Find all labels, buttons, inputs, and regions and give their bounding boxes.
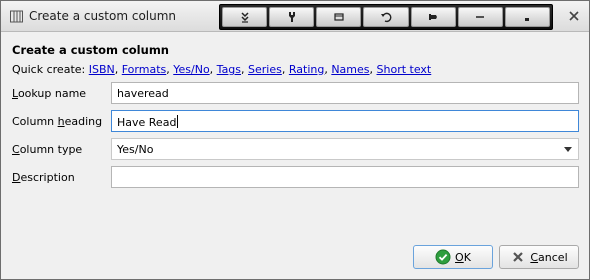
quick-link-rating[interactable]: Rating — [289, 63, 324, 76]
ok-label: OK — [455, 250, 471, 264]
menu-down-icon[interactable] — [222, 7, 268, 27]
window-icon[interactable] — [316, 7, 362, 27]
column-heading-value-wrap: Have Read — [117, 115, 179, 129]
quick-create-row: Quick create: ISBN, Formats, Yes/No, Tag… — [12, 63, 432, 76]
close-icon[interactable] — [567, 9, 581, 23]
ok-button[interactable]: OK — [413, 245, 493, 269]
chevron-down-icon — [564, 147, 572, 152]
undo-icon[interactable] — [363, 7, 409, 27]
quick-link-yes-no[interactable]: Yes/No — [173, 63, 209, 76]
dialog-content: Create a custom column Quick create: ISB… — [1, 33, 589, 279]
cancel-button[interactable]: Cancel — [499, 245, 579, 269]
column-type-select[interactable]: Yes/No — [111, 138, 579, 160]
text-caret — [177, 115, 179, 128]
dot-icon[interactable] — [504, 7, 550, 27]
quick-link-isbn[interactable]: ISBN — [89, 63, 115, 76]
tools-icon[interactable] — [269, 7, 315, 27]
minimize-icon[interactable] — [457, 7, 503, 27]
quick-link-formats[interactable]: Formats — [122, 63, 167, 76]
quick-create-label: Quick create: — [12, 63, 86, 76]
pin-icon[interactable] — [410, 7, 456, 27]
column-heading-value: Have Read — [117, 116, 177, 129]
lookup-name-label: Lookup name — [12, 87, 87, 100]
window-title: Create a custom column — [29, 9, 177, 23]
column-type-value: Yes/No — [117, 143, 154, 156]
dialog-window: Create a custom column Create a custom c… — [0, 0, 590, 280]
column-heading-input[interactable]: Have Read — [111, 110, 579, 132]
quick-link-short-text[interactable]: Short text — [377, 63, 432, 76]
quick-link-series[interactable]: Series — [248, 63, 282, 76]
cancel-label: Cancel — [530, 250, 568, 264]
lookup-name-input[interactable]: haveread — [111, 82, 579, 104]
description-input[interactable] — [111, 166, 579, 188]
quick-link-tags[interactable]: Tags — [217, 63, 241, 76]
column-heading-label: Column heading — [12, 115, 103, 128]
cancel-x-icon — [513, 252, 524, 262]
window-toolbar — [219, 4, 553, 30]
lookup-name-value: haveread — [117, 87, 169, 100]
title-bar: Create a custom column — [1, 1, 589, 32]
description-label: Description — [12, 171, 75, 184]
column-type-label: Column type — [12, 143, 83, 156]
check-icon — [435, 249, 451, 265]
column-icon — [10, 10, 23, 23]
quick-link-names[interactable]: Names — [331, 63, 369, 76]
form-heading: Create a custom column — [12, 43, 169, 57]
